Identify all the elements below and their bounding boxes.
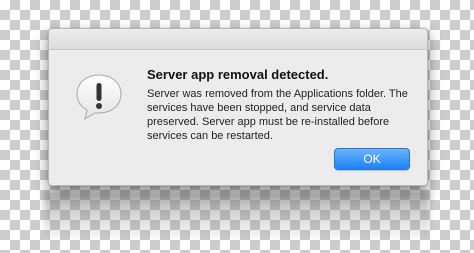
dialog-titlebar[interactable] [49, 29, 427, 50]
alert-icon [73, 71, 125, 123]
ok-button[interactable]: OK [334, 148, 410, 170]
dialog-title: Server app removal detected. [147, 67, 329, 82]
dialog-reflection [44, 192, 430, 242]
dialog-message: Server was removed from the Applications… [147, 88, 408, 142]
alert-dialog: Server app removal detected. Server was … [48, 28, 428, 186]
